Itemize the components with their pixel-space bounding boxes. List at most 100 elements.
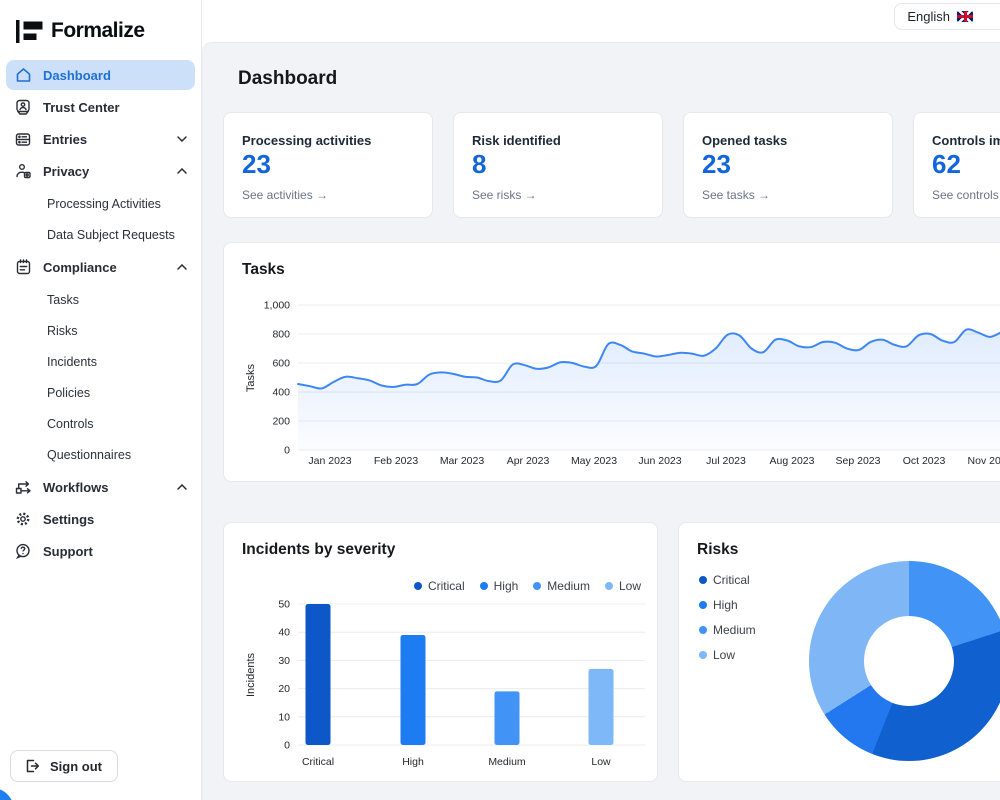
legend-dot — [699, 601, 707, 609]
svg-text:600: 600 — [272, 358, 290, 370]
svg-text:Apr 2023: Apr 2023 — [507, 455, 550, 467]
svg-text:50: 50 — [278, 599, 290, 611]
sidebar-subitem-data-subject-requests[interactable]: Data Subject Requests — [0, 219, 201, 250]
stat-value: 23 — [242, 150, 414, 179]
risks-legend: Critical High Medium Low — [699, 573, 756, 662]
bottom-charts-row: Incidents by severity Critical High Medi… — [223, 522, 1000, 782]
svg-text:200: 200 — [272, 416, 290, 428]
svg-text:0: 0 — [284, 445, 290, 457]
chevron-up-icon — [177, 484, 187, 490]
badge-user-icon — [14, 99, 32, 115]
stat-value: 23 — [702, 150, 874, 179]
svg-text:400: 400 — [272, 387, 290, 399]
svg-text:Jun 2023: Jun 2023 — [638, 455, 681, 467]
sidebar-item-label: Compliance — [43, 260, 166, 275]
language-selector[interactable]: English — [894, 3, 1000, 30]
sidebar-subitem-incidents[interactable]: Incidents — [0, 346, 201, 377]
stat-card-opened-tasks: Opened tasks 23 See tasks → — [683, 112, 893, 218]
see-activities-link[interactable]: See activities → — [242, 188, 414, 202]
chevron-up-icon — [177, 264, 187, 270]
sidebar-subitem-processing-activities[interactable]: Processing Activities — [0, 188, 201, 219]
incidents-chart-title: Incidents by severity — [242, 541, 639, 559]
sidebar-item-trust-center[interactable]: Trust Center — [6, 92, 195, 122]
incidents-legend: Critical High Medium Low — [414, 579, 641, 593]
sidebar-subitem-policies[interactable]: Policies — [0, 377, 201, 408]
legend-dot — [414, 582, 422, 590]
svg-text:Sep 2023: Sep 2023 — [836, 455, 881, 467]
sidebar-item-label: Support — [43, 544, 187, 559]
sidebar-item-privacy[interactable]: Privacy — [6, 156, 195, 186]
sidebar-item-settings[interactable]: Settings — [6, 504, 195, 534]
svg-text:Mar 2023: Mar 2023 — [440, 455, 485, 467]
risks-chart-title: Risks — [697, 541, 1000, 559]
brand-logo: Formalize — [0, 0, 201, 48]
sidebar-subitem-tasks[interactable]: Tasks — [0, 284, 201, 315]
workflow-icon — [14, 480, 32, 495]
legend-item-low: Low — [605, 579, 641, 593]
svg-text:Low: Low — [591, 756, 611, 768]
svg-text:Aug 2023: Aug 2023 — [770, 455, 815, 467]
help-icon — [14, 543, 32, 559]
svg-text:20: 20 — [278, 683, 290, 695]
svg-text:0: 0 — [284, 740, 290, 752]
sidebar-subitem-controls[interactable]: Controls — [0, 408, 201, 439]
legend-dot — [480, 582, 488, 590]
legend-dot — [699, 651, 707, 659]
legend-item-low: Low — [699, 648, 756, 662]
svg-text:Tasks: Tasks — [245, 363, 257, 392]
sidebar-item-label: Trust Center — [43, 100, 187, 115]
svg-text:Jul 2023: Jul 2023 — [706, 455, 746, 467]
sidebar: Formalize Dashboard Trust Center Entries — [0, 0, 202, 800]
legend-item-high: High — [699, 598, 756, 612]
risks-donut-chart — [809, 561, 1000, 761]
sign-out-button[interactable]: Sign out — [10, 750, 118, 782]
legend-dot — [699, 626, 707, 634]
page-title: Dashboard — [238, 68, 1000, 90]
home-icon — [14, 67, 32, 83]
tasks-chart-title: Tasks — [242, 261, 1000, 279]
sidebar-item-label: Privacy — [43, 164, 166, 179]
sidebar-item-entries[interactable]: Entries — [6, 124, 195, 154]
svg-text:40: 40 — [278, 627, 290, 639]
chevron-down-icon — [177, 136, 187, 142]
user-gear-icon — [14, 163, 32, 179]
legend-item-critical: Critical — [699, 573, 756, 587]
sidebar-nav: Dashboard Trust Center Entries Privacy — [0, 60, 201, 566]
language-label: English — [907, 9, 950, 24]
legend-dot — [699, 576, 707, 584]
sidebar-subitem-questionnaires[interactable]: Questionnaires — [0, 439, 201, 470]
svg-text:High: High — [402, 756, 424, 768]
see-controls-link[interactable]: See controls → — [932, 188, 1000, 202]
svg-text:Nov 2023: Nov 2023 — [968, 455, 1000, 467]
stat-value: 62 — [932, 150, 1000, 179]
sidebar-item-workflows[interactable]: Workflows — [6, 472, 195, 502]
svg-text:May 2023: May 2023 — [571, 455, 617, 467]
chat-widget-button[interactable] — [0, 788, 14, 800]
svg-text:Oct 2023: Oct 2023 — [903, 455, 946, 467]
see-tasks-link[interactable]: See tasks → — [702, 188, 874, 202]
risks-chart-card: Risks Critical High Medium Low — [678, 522, 1000, 782]
legend-item-critical: Critical — [414, 579, 465, 593]
sidebar-item-label: Entries — [43, 132, 166, 147]
sidebar-item-compliance[interactable]: Compliance — [6, 252, 195, 282]
sign-out-icon — [23, 758, 41, 774]
top-bar: English — [202, 0, 1000, 42]
svg-text:10: 10 — [278, 711, 290, 723]
main-content: Dashboard Processing activities 23 See a… — [202, 42, 1000, 800]
gear-icon — [14, 511, 32, 527]
svg-text:Critical: Critical — [302, 756, 334, 768]
svg-text:Jan 2023: Jan 2023 — [308, 455, 351, 467]
legend-item-high: High — [480, 579, 519, 593]
stat-card-risk-identified: Risk identified 8 See risks → — [453, 112, 663, 218]
legend-dot — [605, 582, 613, 590]
svg-text:1,000: 1,000 — [264, 300, 290, 312]
sidebar-subitem-risks[interactable]: Risks — [0, 315, 201, 346]
sidebar-item-dashboard[interactable]: Dashboard — [6, 60, 195, 90]
see-risks-link[interactable]: See risks → — [472, 188, 644, 202]
chevron-up-icon — [177, 168, 187, 174]
uk-flag-icon — [957, 11, 973, 22]
sidebar-item-label: Dashboard — [43, 68, 187, 83]
stat-value: 8 — [472, 150, 644, 179]
sidebar-item-support[interactable]: Support — [6, 536, 195, 566]
sidebar-item-label: Settings — [43, 512, 187, 527]
